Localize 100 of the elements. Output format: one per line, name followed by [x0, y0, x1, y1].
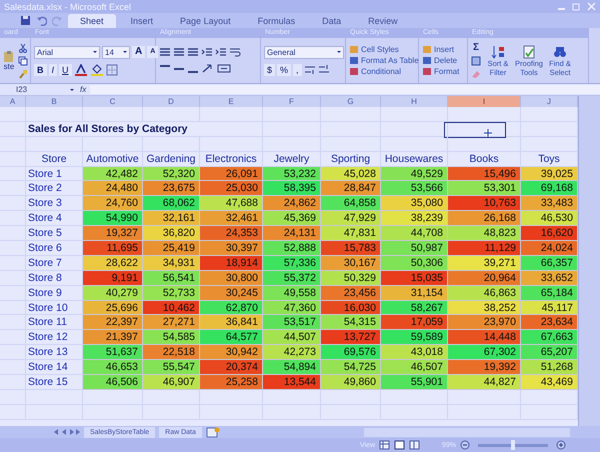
save-icon[interactable]	[20, 15, 31, 26]
ribbon-tab[interactable]: Page Layout	[168, 14, 243, 28]
formula-input[interactable]	[90, 85, 600, 94]
fill-icon[interactable]	[471, 56, 481, 66]
ribbon-command[interactable]: Insert	[422, 45, 460, 54]
empty-cell[interactable]	[263, 390, 321, 405]
empty-cell[interactable]	[448, 136, 521, 152]
column-header[interactable]: J	[521, 96, 578, 107]
align-icon[interactable]	[159, 47, 171, 58]
sales-cell: 33,652	[521, 270, 578, 286]
font-name-dropdown[interactable]: Arial	[34, 46, 100, 58]
copy-icon[interactable]	[18, 56, 28, 66]
restore-icon[interactable]	[572, 2, 581, 11]
empty-cell[interactable]	[381, 136, 448, 152]
grow-font-button[interactable]: A	[132, 46, 146, 58]
align-icon[interactable]	[187, 47, 199, 58]
sales-cell: 50,306	[381, 256, 448, 271]
indent-icon[interactable]	[215, 47, 227, 58]
close-icon[interactable]	[587, 2, 596, 11]
number-format-dropdown[interactable]: General	[264, 46, 344, 58]
column-header[interactable]: F	[263, 96, 321, 107]
scissors-icon[interactable]	[18, 42, 28, 52]
sales-cell: 39,271	[448, 256, 521, 271]
fill-color-icon[interactable]	[90, 64, 104, 76]
sales-cell: 14,448	[448, 330, 521, 346]
column-header[interactable]: B	[26, 96, 83, 107]
column-header[interactable]: D	[143, 96, 200, 107]
empty-cell[interactable]	[200, 107, 263, 122]
autosum-button[interactable]: Σ	[472, 42, 479, 53]
sales-cell: 46,530	[521, 211, 578, 226]
column-header[interactable]: C	[83, 96, 143, 107]
zoom-slider-thumb[interactable]	[511, 440, 516, 450]
font-style-button[interactable]: U	[59, 64, 72, 76]
empty-cell[interactable]	[143, 107, 200, 122]
function-button[interactable]: fx	[80, 85, 86, 94]
ribbon-tab[interactable]: Review	[356, 14, 410, 28]
horizontal-scrollbar[interactable]	[364, 428, 570, 436]
sales-cell: 10,763	[448, 196, 521, 212]
empty-cell[interactable]	[381, 107, 448, 122]
sales-cell: 24,024	[521, 241, 578, 256]
empty-cell[interactable]	[26, 107, 83, 122]
merge-cells-icon[interactable]	[217, 63, 231, 74]
ribbon-tab[interactable]: Insert	[118, 14, 166, 28]
ribbon-tab[interactable]: Data	[310, 14, 354, 28]
undo-icon[interactable]	[36, 15, 47, 26]
normal-view-icon[interactable]	[379, 440, 390, 450]
number-format-button[interactable]: %	[277, 64, 292, 76]
empty-cell[interactable]	[263, 107, 321, 122]
paste-button[interactable]: ste	[3, 50, 15, 71]
align-icon[interactable]	[173, 47, 185, 58]
zoom-out-icon[interactable]	[460, 440, 470, 450]
empty-cell[interactable]	[200, 390, 263, 405]
column-header[interactable]: H	[381, 96, 448, 107]
wrap-text-icon[interactable]	[229, 47, 241, 58]
number-format-button[interactable]: ,	[293, 64, 302, 76]
font-color-icon[interactable]	[74, 64, 88, 76]
empty-cell[interactable]	[448, 107, 521, 122]
font-size-dropdown[interactable]: 14	[102, 46, 130, 58]
empty-cell[interactable]	[83, 390, 143, 405]
name-box[interactable]: I23	[4, 85, 76, 94]
border-icon[interactable]	[106, 64, 118, 76]
sales-cell: 17,059	[381, 315, 448, 330]
empty-cell[interactable]	[321, 390, 381, 405]
empty-cell[interactable]	[83, 107, 143, 122]
redo-icon[interactable]	[52, 15, 63, 26]
font-style-button[interactable]: B	[34, 64, 46, 76]
sales-cell: 52,733	[143, 286, 200, 301]
number-format-button[interactable]: $	[264, 64, 276, 76]
ribbon-command[interactable]: Format	[422, 67, 460, 76]
sales-cell: 30,167	[321, 256, 381, 271]
indent-icon[interactable]	[201, 47, 213, 58]
ribbon-command[interactable]: Cell Styles	[349, 45, 419, 54]
column-header[interactable]: E	[200, 96, 263, 107]
increase-decimal-icon[interactable]	[304, 64, 316, 75]
empty-cell[interactable]	[0, 107, 26, 122]
ribbon-command[interactable]: Delete	[422, 56, 460, 65]
empty-cell[interactable]	[381, 122, 448, 137]
ribbon-tab[interactable]: Formulas	[246, 14, 308, 28]
empty-cell[interactable]	[143, 390, 200, 405]
ribbon-command[interactable]: Conditional	[349, 67, 419, 76]
new-sheet-icon[interactable]	[206, 426, 220, 438]
empty-cell[interactable]	[26, 390, 83, 405]
empty-cell[interactable]	[321, 107, 381, 122]
sales-cell: 16,620	[521, 226, 578, 242]
page-break-icon[interactable]	[409, 440, 420, 450]
zoom-in-icon[interactable]	[556, 440, 566, 450]
clipboard-icon	[3, 50, 15, 62]
font-style-button[interactable]: I	[48, 64, 58, 76]
vertical-scrollbar[interactable]	[578, 96, 600, 426]
ribbon-tab[interactable]: Sheet	[68, 14, 116, 28]
binoculars-icon	[553, 44, 567, 58]
decrease-decimal-icon[interactable]	[318, 64, 330, 75]
column-header[interactable]: I	[448, 96, 521, 107]
column-header[interactable]: G	[321, 96, 381, 107]
empty-cell[interactable]	[448, 390, 521, 405]
column-header[interactable]: A	[0, 96, 26, 107]
page-layout-icon[interactable]	[394, 440, 406, 450]
ribbon-command[interactable]: Format As Table	[349, 56, 419, 65]
selected-cell[interactable]	[444, 122, 506, 138]
empty-cell[interactable]	[381, 390, 448, 405]
